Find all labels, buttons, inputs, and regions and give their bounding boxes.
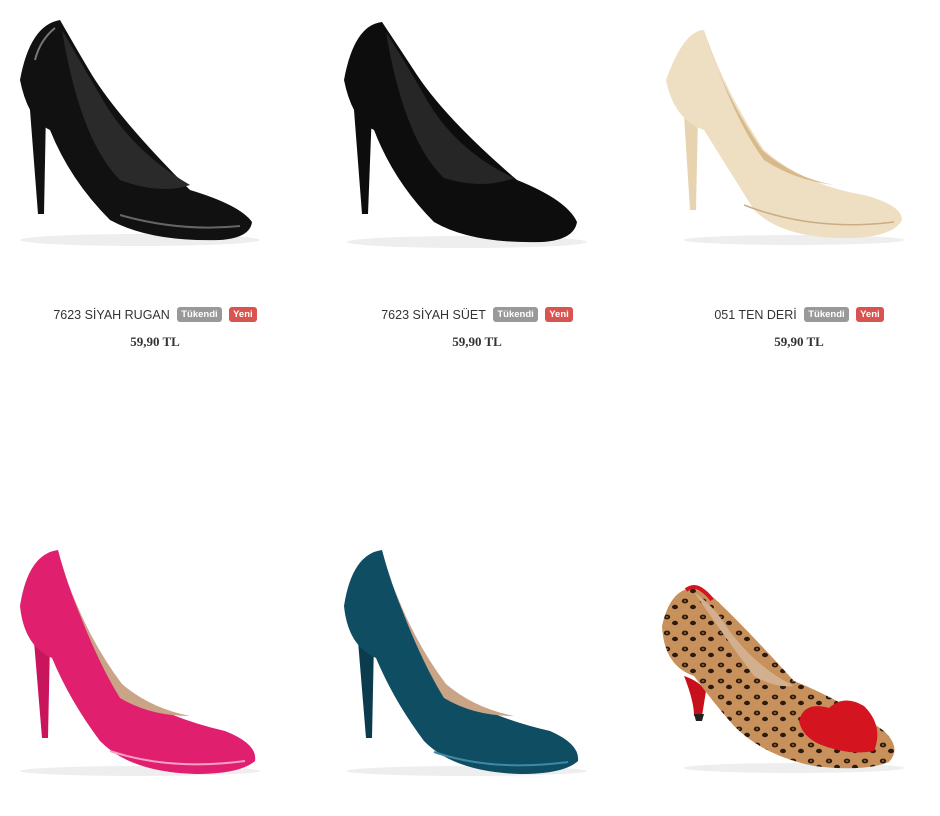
shoe-image-black-suede[interactable] xyxy=(322,0,632,300)
product-card[interactable] xyxy=(644,516,940,816)
product-name-link[interactable]: 7623 SİYAH SÜET xyxy=(381,308,486,322)
shoe-image-pink-patent[interactable] xyxy=(0,516,310,816)
new-badge: Yeni xyxy=(229,307,257,323)
product-card[interactable]: 051 TEN DERİ Tükendi Yeni 59,90 TL xyxy=(644,0,940,360)
product-image[interactable] xyxy=(322,516,632,816)
product-image[interactable] xyxy=(322,0,632,300)
product-image[interactable] xyxy=(644,516,940,816)
shoe-image-leopard-print[interactable] xyxy=(644,516,940,816)
product-image[interactable] xyxy=(0,0,310,300)
shoe-image-nude-leather[interactable] xyxy=(644,0,940,300)
product-price: 59,90 TL xyxy=(774,334,824,349)
sold-out-badge: Tükendi xyxy=(177,307,222,323)
shoe-image-black-patent[interactable] xyxy=(0,0,310,300)
product-price: 59,90 TL xyxy=(130,334,180,349)
shoe-image-teal-patent[interactable] xyxy=(322,516,632,816)
sold-out-badge: Tükendi xyxy=(493,307,538,323)
product-grid: 7623 SİYAH RUGAN Tükendi Yeni 59,90 TL 7… xyxy=(0,0,940,816)
product-card[interactable]: 7623 SİYAH SÜET Tükendi Yeni 59,90 TL xyxy=(322,0,632,360)
new-badge: Yeni xyxy=(545,307,573,323)
product-title-row: 051 TEN DERİ Tükendi Yeni xyxy=(644,306,940,324)
product-image[interactable] xyxy=(644,0,940,300)
product-card[interactable] xyxy=(322,516,632,816)
product-title-row: 7623 SİYAH SÜET Tükendi Yeni xyxy=(322,306,632,324)
product-card[interactable]: 7623 SİYAH RUGAN Tükendi Yeni 59,90 TL xyxy=(0,0,310,360)
sold-out-badge: Tükendi xyxy=(804,307,849,323)
product-price: 59,90 TL xyxy=(452,334,502,349)
product-card[interactable] xyxy=(0,516,310,816)
product-title-row: 7623 SİYAH RUGAN Tükendi Yeni xyxy=(0,306,310,324)
product-image[interactable] xyxy=(0,516,310,816)
product-name-link[interactable]: 051 TEN DERİ xyxy=(714,308,796,322)
product-name-link[interactable]: 7623 SİYAH RUGAN xyxy=(53,308,169,322)
new-badge: Yeni xyxy=(856,307,884,323)
